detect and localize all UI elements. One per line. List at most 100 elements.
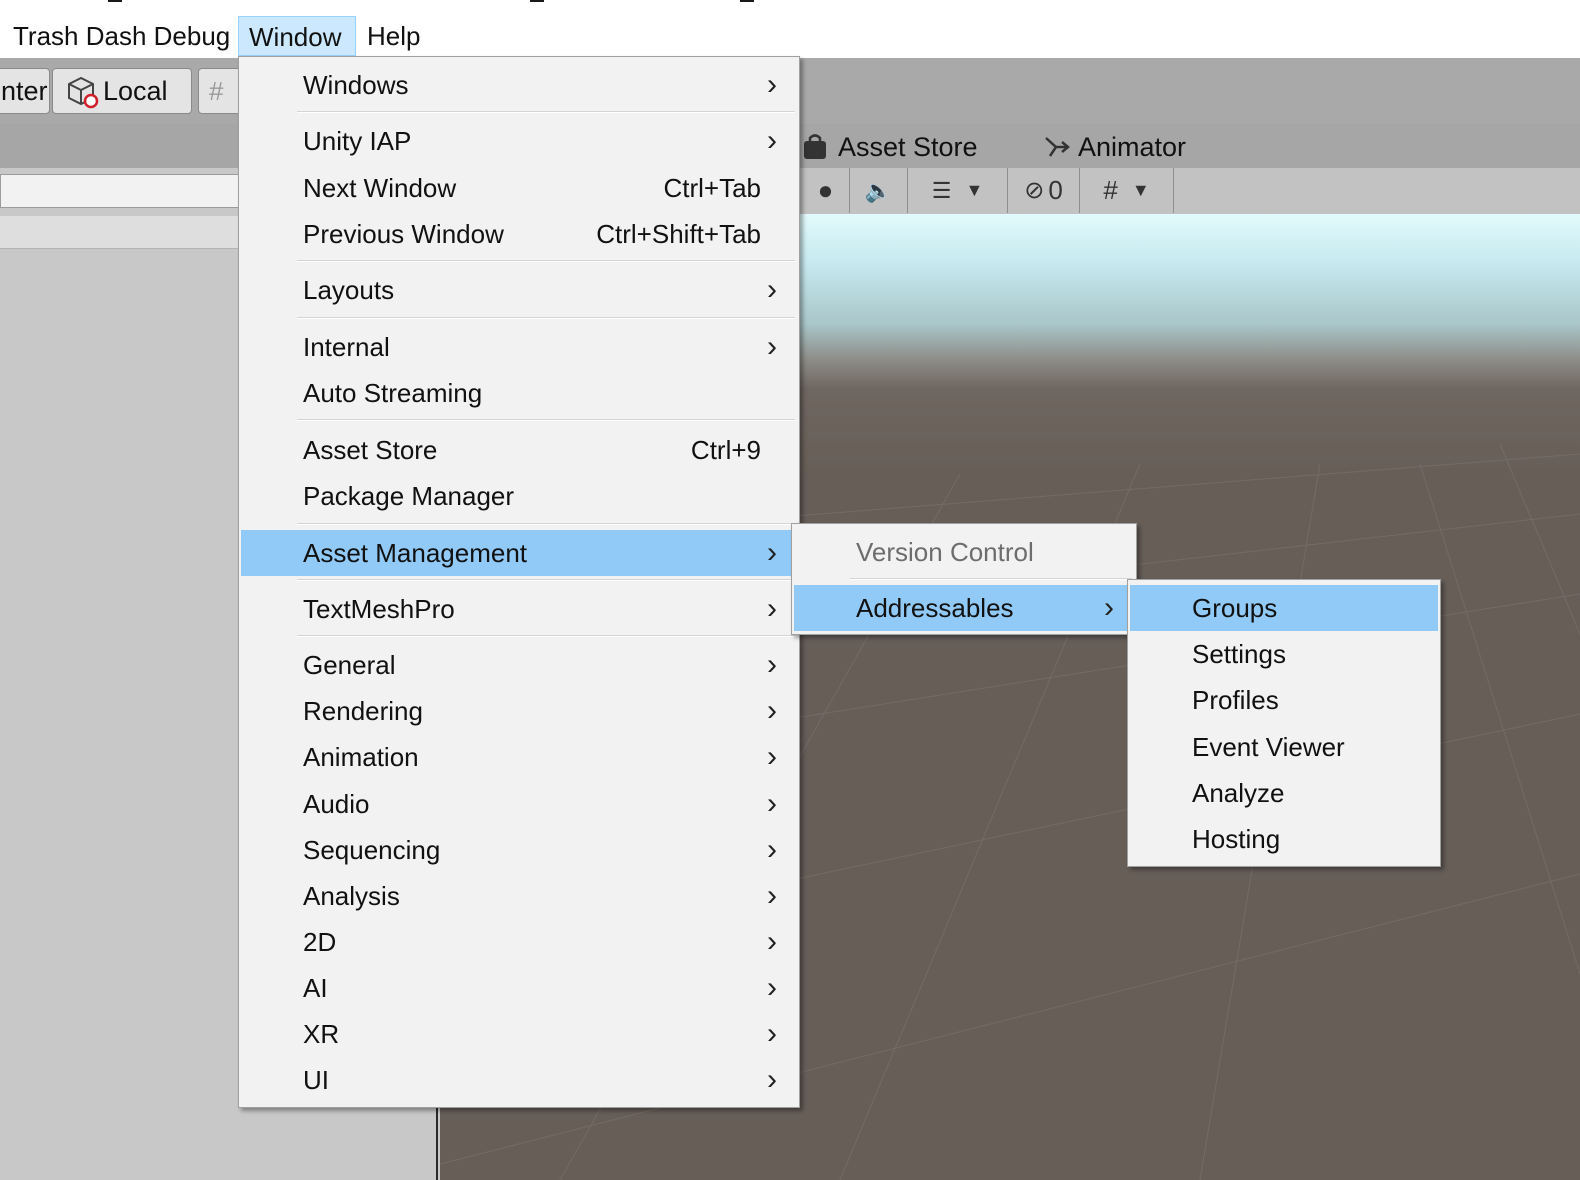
menu-item-shortcut: Ctrl+Shift+Tab — [596, 219, 761, 249]
menubar-item-window[interactable]: Window — [238, 16, 356, 56]
menu-item-label: Addressables — [856, 593, 1014, 623]
chevron-right-icon: › — [767, 68, 777, 101]
window-menu: Windows › Unity IAP › Next Window Ctrl+Tab Pre… — [238, 56, 800, 1108]
effects-dropdown[interactable]: ☰ ▼ — [908, 168, 1008, 213]
menu-item-sequencing[interactable]: Sequencing › — [241, 827, 797, 873]
menu-separator — [297, 579, 795, 581]
menu-item-profiles[interactable]: Profiles — [1130, 677, 1438, 723]
menu-item-label: Animation — [303, 742, 419, 772]
menu-item-shortcut: Ctrl+9 — [690, 435, 761, 465]
menu-item-asset-management[interactable]: Asset Management › — [241, 530, 797, 576]
title-strip — [0, 0, 1580, 14]
menu-item-animation[interactable]: Animation › — [241, 734, 797, 780]
menu-item-label: Sequencing — [303, 835, 441, 865]
menu-item-addressables[interactable]: Addressables › — [794, 585, 1134, 631]
menu-item-ui[interactable]: UI › — [241, 1057, 797, 1103]
chevron-right-icon: › — [767, 879, 777, 912]
menu-item-textmeshpro[interactable]: TextMeshPro › — [241, 586, 797, 632]
menu-item-label: Windows — [303, 70, 409, 100]
menu-item-label: AI — [303, 973, 328, 1003]
menu-item-label: Groups — [1192, 593, 1278, 623]
local-space-button[interactable]: Local — [52, 68, 192, 114]
chevron-down-icon: ▼ — [965, 180, 984, 200]
addressables-submenu: Groups Settings Profiles Event Viewer Analyz… — [1127, 579, 1441, 867]
menu-item-previous-window[interactable]: Previous Window Ctrl+Shift+Tab — [241, 211, 797, 257]
menu-item-groups[interactable]: Groups — [1130, 585, 1438, 631]
menu-item-label: Event Viewer — [1192, 732, 1345, 762]
chevron-right-icon: › — [1104, 591, 1114, 624]
eye-slash-icon: ⊘ — [1024, 177, 1045, 204]
menu-item-label: Auto Streaming — [303, 378, 483, 408]
cube-icon — [68, 76, 99, 109]
effects-icon: ☰ — [931, 177, 952, 203]
chevron-right-icon: › — [767, 273, 777, 306]
menu-item-shortcut: Ctrl+Tab — [663, 173, 761, 203]
menu-bar: Trash Dash Debug Window Help — [0, 14, 1580, 58]
audio-toggle[interactable]: 🔈 — [850, 168, 908, 213]
menu-item-next-window[interactable]: Next Window Ctrl+Tab — [241, 165, 797, 211]
gizmos-icon: # — [1103, 175, 1118, 205]
menu-item-2d[interactable]: 2D › — [241, 919, 797, 965]
menu-item-internal[interactable]: Internal › — [241, 324, 797, 370]
chevron-right-icon: › — [767, 1063, 777, 1096]
menu-item-label: Profiles — [1192, 685, 1279, 715]
chevron-right-icon: › — [767, 787, 777, 820]
menu-item-unity-iap[interactable]: Unity IAP › — [241, 118, 797, 164]
chevron-right-icon: › — [767, 330, 777, 363]
chevron-right-icon: › — [767, 740, 777, 773]
menu-item-ai[interactable]: AI › — [241, 965, 797, 1011]
menu-item-label: Unity IAP — [303, 126, 412, 156]
menu-item-hosting[interactable]: Hosting — [1130, 816, 1438, 862]
menubar-item-help[interactable]: Help — [357, 16, 430, 56]
menu-item-analysis[interactable]: Analysis › — [241, 873, 797, 919]
menu-item-auto-streaming[interactable]: Auto Streaming — [241, 370, 797, 416]
local-space-label: Local — [103, 76, 168, 106]
menubar-item-trash-dash-debug[interactable]: Trash Dash Debug — [3, 16, 240, 56]
menu-item-label: Asset Management — [303, 538, 528, 568]
chevron-right-icon: › — [767, 592, 777, 625]
menu-item-layouts[interactable]: Layouts › — [241, 267, 797, 313]
menu-item-xr[interactable]: XR › — [241, 1011, 797, 1057]
menu-item-analyze[interactable]: Analyze — [1130, 770, 1438, 816]
chevron-right-icon: › — [767, 925, 777, 958]
menu-item-label: 2D — [303, 927, 337, 957]
chevron-right-icon: › — [767, 536, 777, 569]
menu-item-event-viewer[interactable]: Event Viewer — [1130, 724, 1438, 770]
menu-item-label: Previous Window — [303, 219, 504, 249]
menu-item-label: Internal — [303, 332, 390, 362]
chevron-right-icon: › — [767, 833, 777, 866]
menu-item-windows[interactable]: Windows › — [241, 62, 797, 108]
gizmos-dropdown[interactable]: # ▼ — [1080, 168, 1174, 213]
title-fragment — [108, 0, 122, 2]
pivot-center-button[interactable]: nter — [0, 68, 50, 114]
animator-icon — [1045, 137, 1070, 157]
menu-item-rendering[interactable]: Rendering › — [241, 688, 797, 734]
menu-item-asset-store[interactable]: Asset Store Ctrl+9 — [241, 427, 797, 473]
chevron-right-icon: › — [767, 971, 777, 1004]
asset-management-submenu: Version Control Addressables › — [791, 523, 1137, 635]
menu-item-package-manager[interactable]: Package Manager — [241, 473, 797, 519]
menu-item-label: Settings — [1192, 639, 1286, 669]
menu-item-label: Analysis — [303, 881, 400, 911]
hidden-objects-toggle[interactable]: ⊘ 0 — [1008, 168, 1080, 213]
lighting-toggle[interactable]: ● — [802, 168, 850, 213]
menu-item-label: Analyze — [1192, 778, 1285, 808]
menu-item-label: TextMeshPro — [303, 594, 455, 624]
menu-item-general[interactable]: General › — [241, 642, 797, 688]
menu-item-audio[interactable]: Audio › — [241, 781, 797, 827]
title-fragment — [740, 0, 754, 2]
shopping-bag-icon — [804, 134, 826, 159]
menu-item-label: XR — [303, 1019, 340, 1049]
lightbulb-icon: ● — [817, 175, 834, 205]
menu-item-label: General — [303, 650, 396, 680]
menu-item-settings[interactable]: Settings — [1130, 631, 1438, 677]
menu-separator — [297, 635, 795, 637]
menu-separator — [297, 419, 795, 421]
menu-item-label: Hosting — [1192, 824, 1281, 854]
menu-item-label: Asset Store — [303, 435, 438, 465]
tab-asset-store-label: Asset Store — [838, 132, 978, 162]
pivot-center-label: nter — [1, 76, 48, 106]
chevron-right-icon: › — [767, 648, 777, 681]
menu-item-label: Next Window — [303, 173, 457, 203]
tab-animator-label: Animator — [1078, 132, 1187, 162]
